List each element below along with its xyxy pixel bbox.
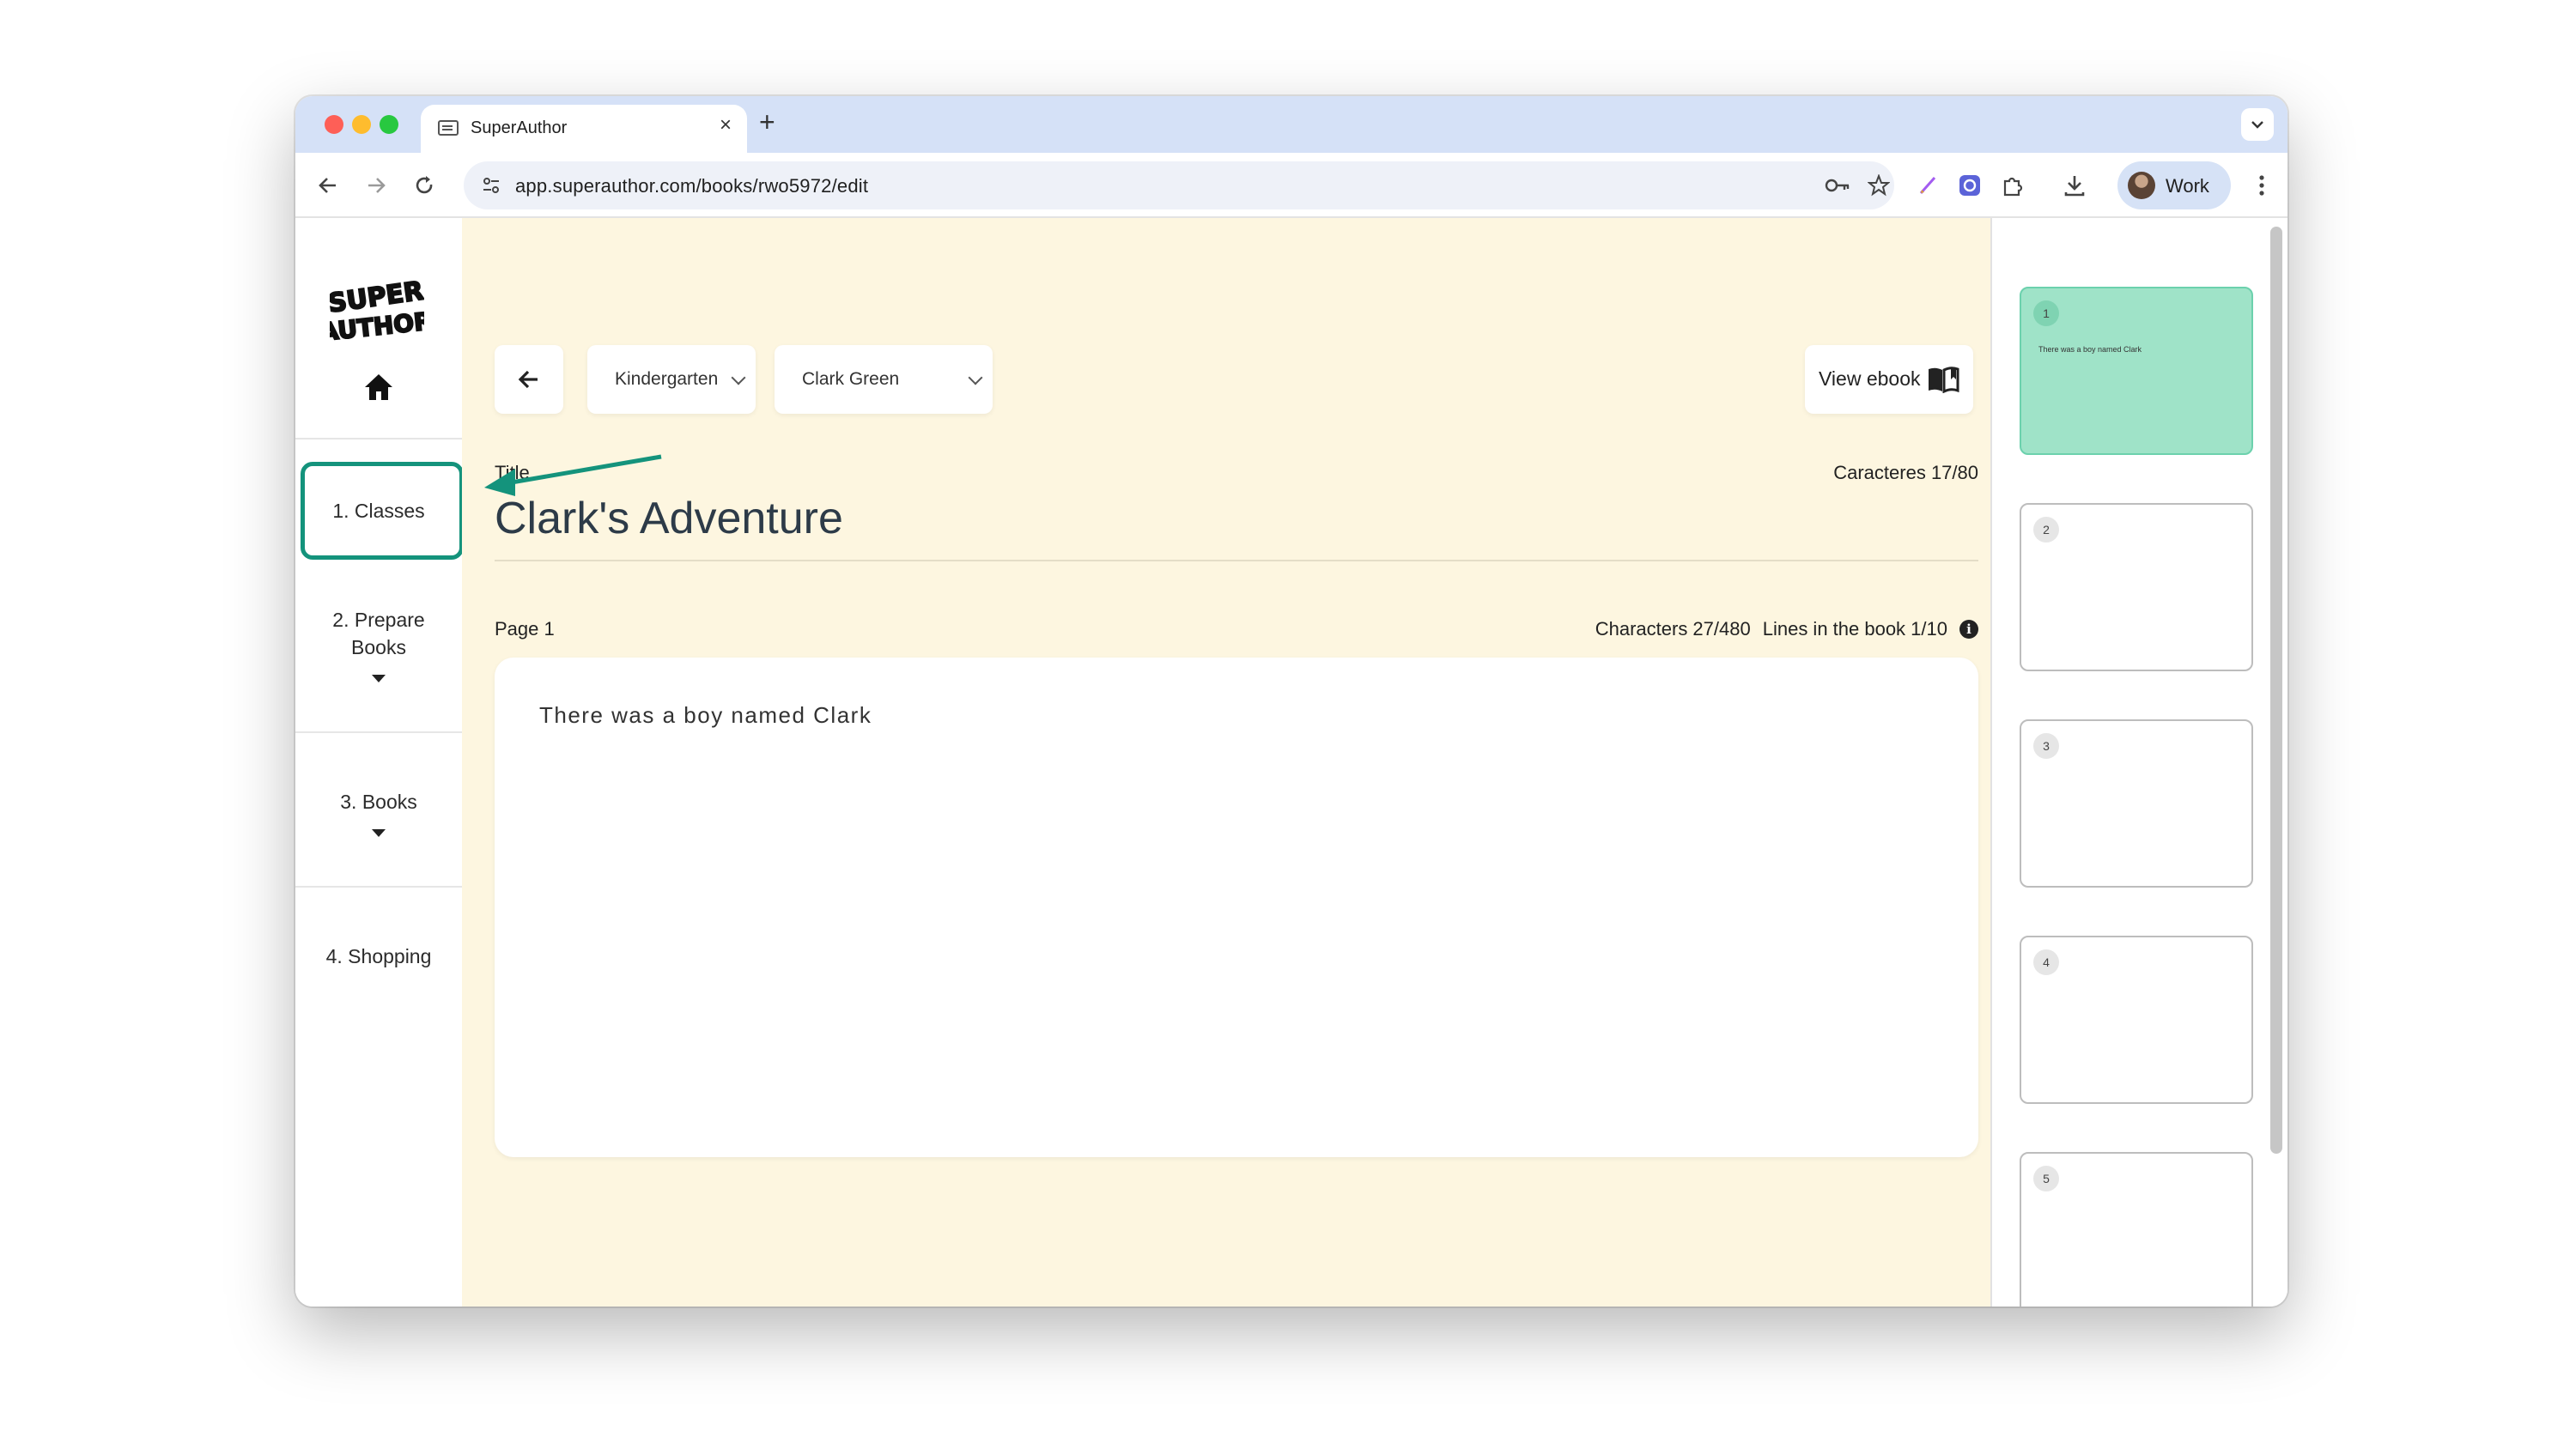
page-number-badge: 1 (2033, 300, 2059, 326)
browser-toolbar: app.superauthor.com/books/rwo5972/edit W… (295, 153, 2287, 218)
grade-select[interactable]: Kindergarten (587, 345, 756, 414)
info-icon[interactable]: i (1959, 620, 1978, 639)
tab-search-button[interactable] (2241, 108, 2274, 141)
close-window-button[interactable] (325, 115, 343, 134)
page-number-badge: 4 (2033, 949, 2059, 975)
forward-arrow-icon[interactable] (359, 168, 393, 203)
avatar (2128, 172, 2155, 199)
page-thumbnail-text: There was a boy named Clark (2038, 345, 2142, 354)
student-select-value: Clark Green (802, 369, 900, 389)
page-thumbnails-panel: 1 There was a boy named Clark 2 3 4 5 (1990, 218, 2287, 1307)
characters-count: Characters 27/480 (1595, 618, 1751, 640)
back-arrow-icon[interactable] (311, 168, 345, 203)
page-text-editor[interactable]: There was a boy named Clark (495, 658, 1978, 1157)
more-vert-icon[interactable] (2245, 168, 2279, 203)
profile-label: Work (2166, 175, 2209, 197)
sidebar-divider (295, 731, 462, 733)
page-number-badge: 5 (2033, 1166, 2059, 1191)
home-icon[interactable] (362, 371, 395, 403)
page-thumbnail-5[interactable]: 5 (2020, 1152, 2253, 1307)
page-thumbnail-2[interactable]: 2 (2020, 503, 2253, 671)
page-stats: Characters 27/480 Lines in the book 1/10… (1595, 618, 1978, 640)
sidebar-divider (295, 438, 462, 440)
view-ebook-button[interactable]: View ebook (1805, 345, 1973, 414)
new-tab-button[interactable]: + (759, 108, 775, 136)
page-label: Page 1 (495, 618, 555, 640)
url-text: app.superauthor.com/books/rwo5972/edit (515, 175, 869, 197)
pen-extension-icon[interactable] (1911, 168, 1946, 203)
page-thumbnail-1[interactable]: 1 There was a boy named Clark (2020, 287, 2253, 455)
caret-down-icon (372, 829, 386, 837)
reload-icon[interactable] (407, 168, 441, 203)
sidebar-item-shopping[interactable]: 4. Shopping (295, 943, 462, 970)
close-tab-icon[interactable]: × (720, 115, 732, 136)
sidebar-divider (295, 886, 462, 888)
minimize-window-button[interactable] (352, 115, 371, 134)
page-number-badge: 2 (2033, 517, 2059, 543)
site-info-icon[interactable] (479, 173, 503, 197)
page-number-badge: 3 (2033, 733, 2059, 759)
page-text: There was a boy named Clark (539, 702, 872, 728)
extension-icon[interactable] (1953, 168, 1987, 203)
page-thumbnail-3[interactable]: 3 (2020, 719, 2253, 888)
chevron-down-icon (2251, 121, 2263, 129)
address-bar[interactable]: app.superauthor.com/books/rwo5972/edit (464, 161, 1894, 209)
tab-strip: SuperAuthor × + (295, 96, 2287, 153)
caret-down-icon (372, 675, 386, 682)
sidebar-item-classes[interactable]: 1. Classes (295, 497, 462, 524)
sidebar-item-label: 3. Books (340, 791, 417, 813)
title-label: Title (495, 462, 530, 483)
student-select[interactable]: Clark Green (775, 345, 993, 414)
title-underline (495, 560, 1978, 561)
chevron-down-icon (731, 370, 746, 385)
tab-title: SuperAuthor (471, 118, 568, 137)
grade-select-value: Kindergarten (615, 369, 719, 389)
sidebar-item-label: 4. Shopping (325, 945, 432, 967)
lines-count: Lines in the book 1/10 (1762, 618, 1947, 640)
bookmark-star-icon[interactable] (1862, 168, 1896, 203)
book-title-input[interactable]: Clark's Adventure (495, 493, 843, 544)
chevron-down-icon (968, 370, 983, 385)
favicon-icon (438, 120, 459, 136)
view-ebook-label: View ebook (1819, 367, 1921, 390)
sidebar-item-label: 1. Classes (332, 500, 425, 522)
page-thumbnail-4[interactable]: 4 (2020, 936, 2253, 1104)
page-content: SUPER AUTHOR 1. Classes 2. Prepare Books… (295, 218, 2287, 1307)
title-character-count: Caracteres 17/80 (1833, 462, 1978, 483)
profile-button[interactable]: Work (2117, 161, 2231, 209)
book-icon (1929, 367, 1959, 393)
maximize-window-button[interactable] (380, 115, 398, 134)
puzzle-icon[interactable] (1996, 168, 2030, 203)
sidebar-item-prepare-books[interactable]: 2. Prepare Books (295, 606, 462, 682)
superauthor-logo[interactable]: SUPER AUTHOR (330, 278, 424, 343)
left-sidebar: SUPER AUTHOR 1. Classes 2. Prepare Books… (295, 218, 464, 1307)
scrollbar[interactable] (2270, 227, 2282, 1154)
browser-window: SuperAuthor × + app.superauthor.com/book… (295, 96, 2287, 1307)
sidebar-item-books[interactable]: 3. Books (295, 788, 462, 837)
download-icon[interactable] (2057, 168, 2092, 203)
password-key-icon[interactable] (1820, 168, 1855, 203)
tab-superauthor[interactable]: SuperAuthor × (421, 105, 747, 153)
back-arrow-icon (518, 370, 538, 389)
sidebar-item-label: 2. Prepare Books (332, 609, 425, 658)
book-editor: Kindergarten Clark Green View ebook Titl… (462, 218, 1990, 1307)
back-button[interactable] (495, 345, 563, 414)
